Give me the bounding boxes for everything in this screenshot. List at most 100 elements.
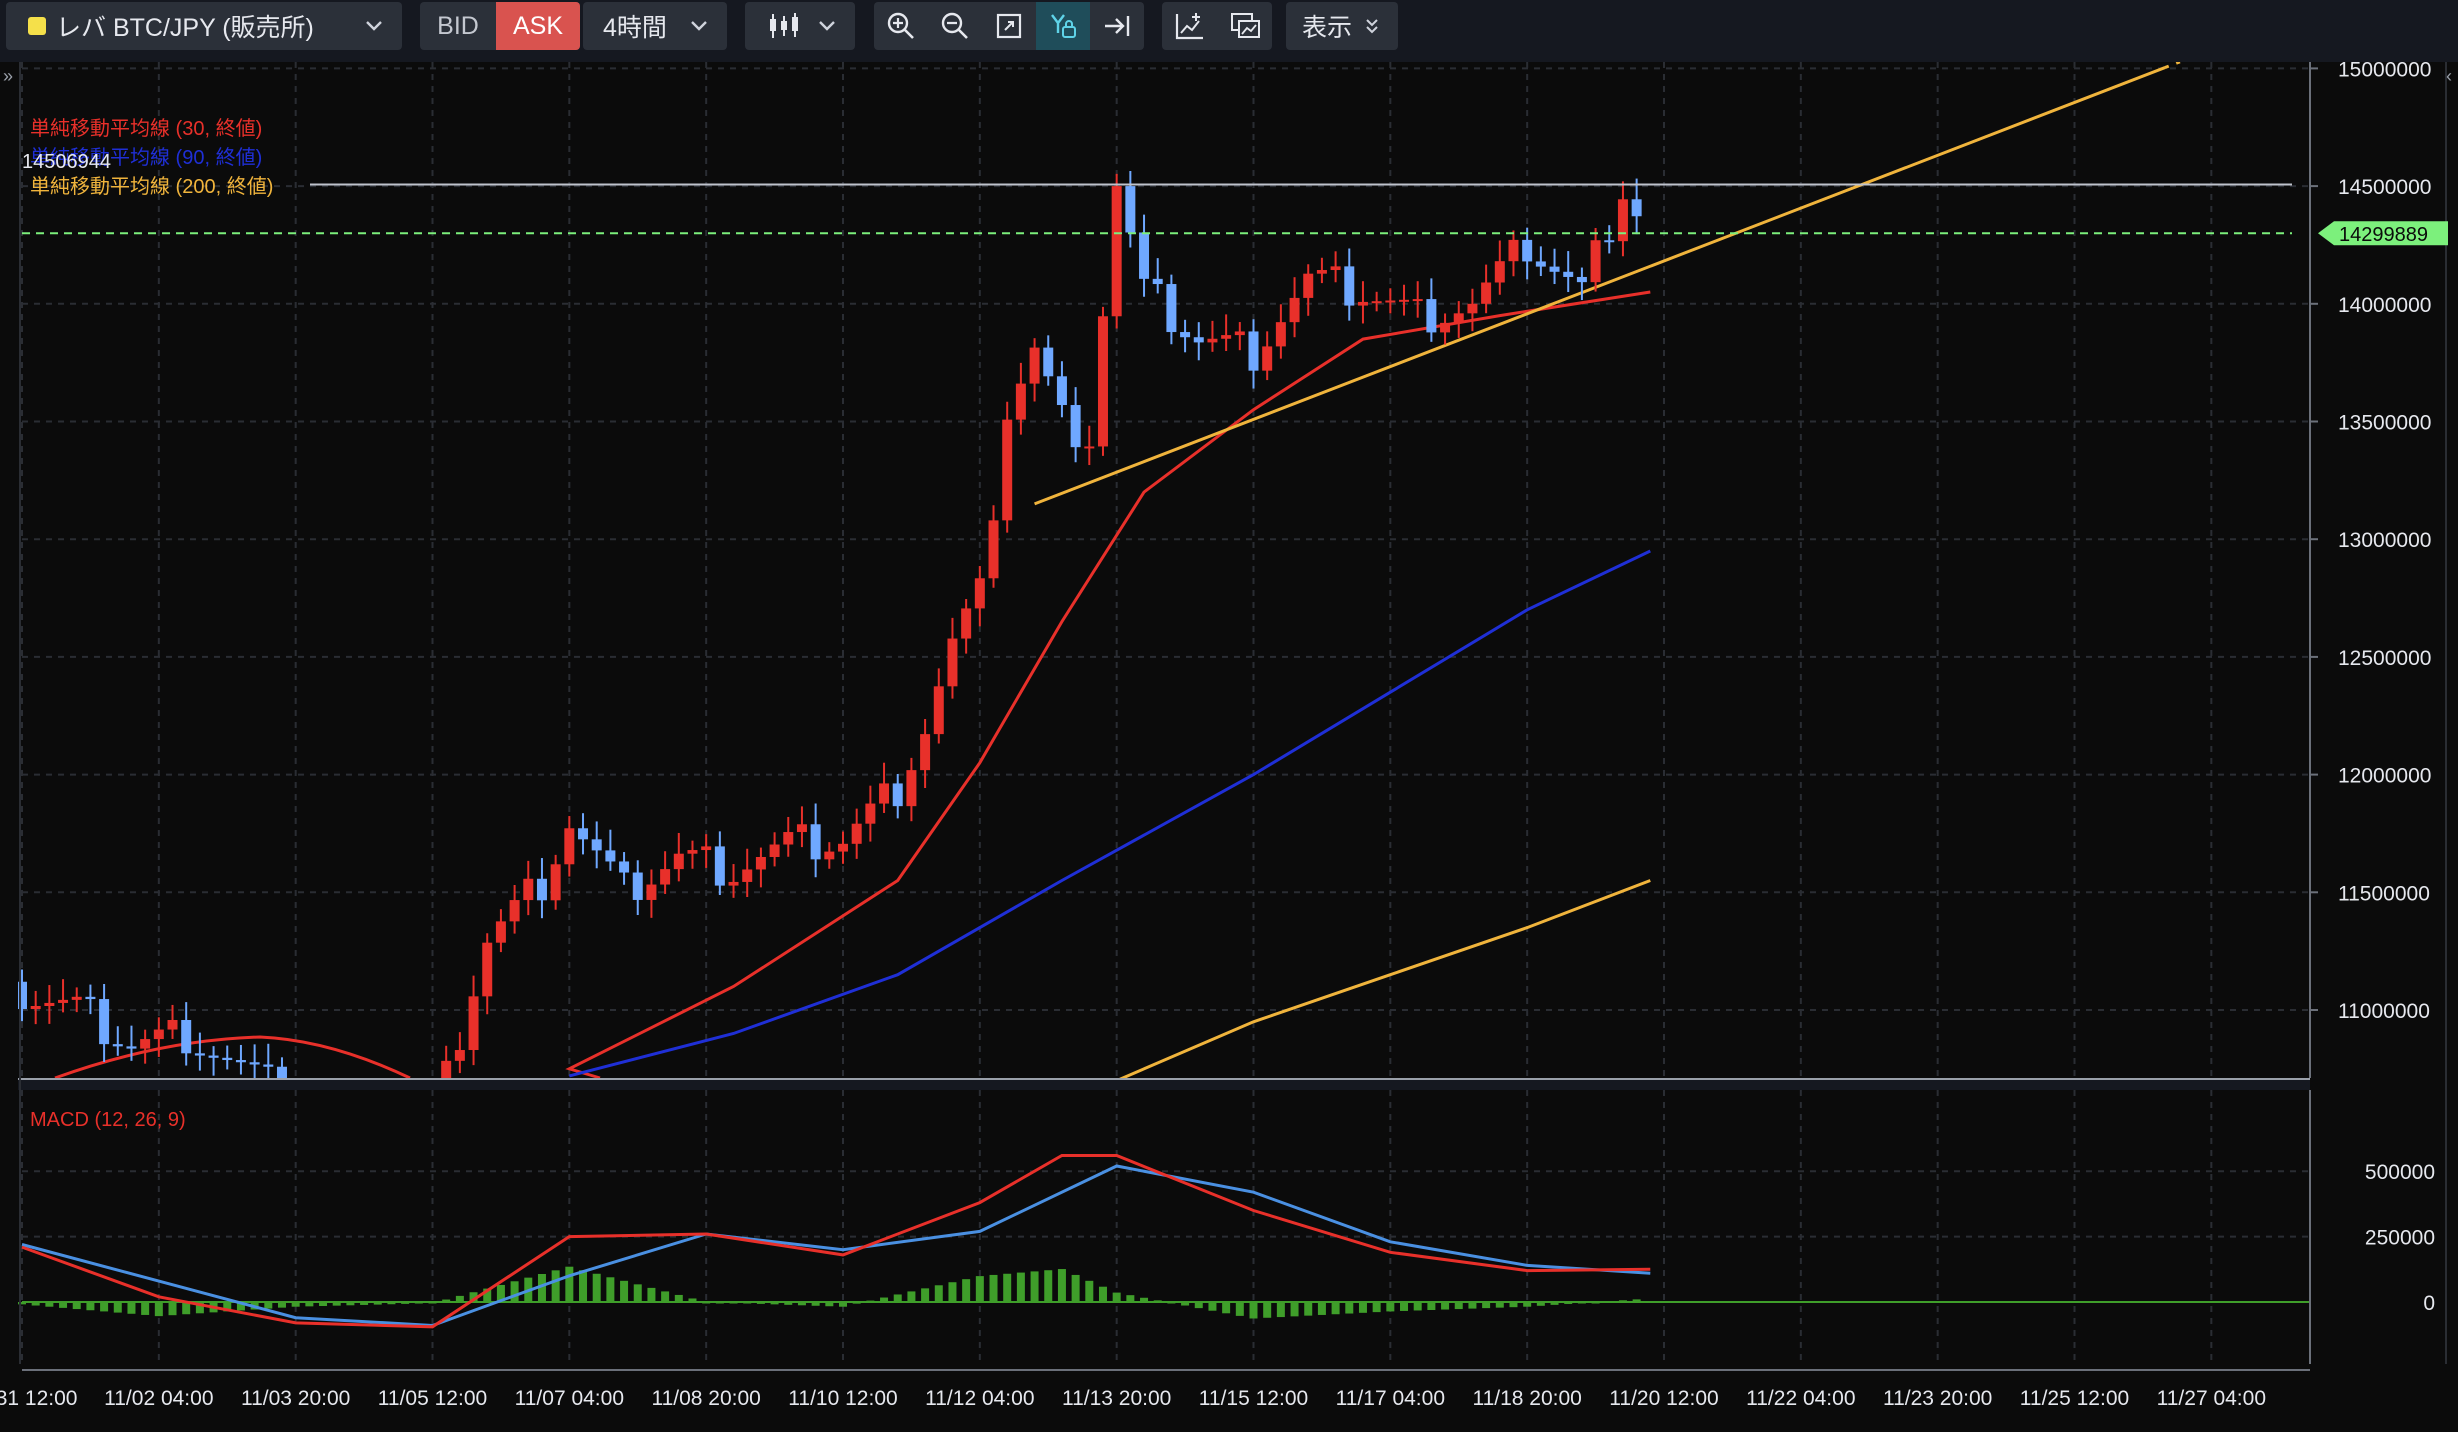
macd-histogram-bar — [1003, 1273, 1012, 1302]
chevron-down-icon — [819, 21, 835, 31]
macd-histogram-bar — [1331, 1302, 1340, 1315]
candle-body — [1029, 347, 1040, 384]
candle-body — [632, 872, 643, 900]
compare-icon — [1230, 13, 1260, 38]
time-tick-label: 11/02 04:00 — [104, 1387, 213, 1410]
macd-histogram-bar — [100, 1302, 109, 1312]
candle-body — [988, 520, 999, 579]
symbol-selector[interactable]: レバ BTC/JPY (販売所) — [6, 2, 402, 50]
time-tick-label: 11/25 12:00 — [2020, 1387, 2129, 1410]
candle-body — [181, 1020, 192, 1054]
macd-tick-label: 0 — [2423, 1292, 2435, 1315]
symbol-color-swatch — [28, 17, 46, 35]
macd-histogram-bar — [72, 1302, 81, 1310]
price-tick-label: 11500000 — [2338, 882, 2430, 905]
candle-body — [126, 1046, 137, 1049]
candle-body — [249, 1062, 260, 1065]
macd-histogram-bar — [1085, 1280, 1094, 1302]
ask-button[interactable]: ASK — [496, 2, 580, 50]
candle-body — [167, 1020, 178, 1030]
candle-body — [660, 869, 671, 885]
candle-body — [1535, 261, 1546, 267]
macd-histogram-bar — [1208, 1302, 1217, 1311]
candle-body — [1207, 338, 1218, 343]
candle-body — [1275, 322, 1286, 347]
y-axis-lock-icon — [1051, 14, 1076, 38]
candle-body — [701, 846, 712, 851]
candle-body — [523, 878, 534, 901]
candle-body — [920, 734, 931, 771]
candle-body — [1412, 299, 1423, 302]
candle-body — [276, 1066, 287, 1078]
candle-body — [906, 770, 917, 807]
legend-label-ma3[interactable]: 単純移動平均線 (200, 終値) — [30, 175, 273, 198]
candle-body — [1180, 332, 1191, 338]
macd-histogram-bar — [592, 1273, 601, 1302]
macd-histogram-bar — [1263, 1302, 1272, 1318]
candle-body — [687, 850, 698, 854]
candle-body — [838, 843, 848, 852]
fit-screen-button[interactable] — [982, 2, 1036, 50]
add-indicator-button[interactable] — [1162, 2, 1217, 50]
macd-histogram-bar — [647, 1287, 656, 1302]
macd-histogram-bar — [168, 1302, 177, 1316]
macd-histogram-bar — [154, 1302, 163, 1317]
candle-body — [578, 828, 589, 840]
time-tick-label: 11/10 12:00 — [788, 1387, 897, 1410]
macd-histogram-bar — [1413, 1302, 1422, 1311]
macd-histogram-bar — [113, 1302, 122, 1313]
time-tick-label: 11/22 04:00 — [1746, 1387, 1855, 1410]
zoom-out-button[interactable] — [928, 2, 982, 50]
horizontal-line-value-label: 14506944 — [22, 151, 111, 173]
price-tick-label: 14500000 — [2338, 176, 2431, 199]
candle-body — [441, 1060, 452, 1078]
candle-body — [564, 828, 575, 865]
candle-body — [1357, 301, 1368, 306]
macd-histogram-bar — [1249, 1302, 1258, 1319]
expand-panel-icon[interactable]: » — [3, 66, 13, 86]
macd-histogram-bar — [1276, 1302, 1285, 1318]
time-tick-label: 11/13 20:00 — [1062, 1387, 1171, 1410]
macd-histogram-bar — [1126, 1295, 1135, 1302]
candle-body — [1426, 299, 1437, 333]
chart-type-selector[interactable] — [745, 2, 855, 50]
macd-histogram-bar — [1386, 1302, 1395, 1312]
candle-body — [1508, 239, 1519, 262]
add-indicator-icon — [1175, 13, 1203, 40]
candle-body — [1097, 316, 1108, 447]
macd-tick-label: 500000 — [2365, 1161, 2435, 1184]
time-tick-label: 11/20 12:00 — [1609, 1387, 1718, 1410]
candle-body — [1043, 347, 1054, 377]
macd-histogram-bar — [1098, 1286, 1107, 1302]
bid-button[interactable]: BID — [420, 2, 496, 50]
macd-histogram-bar — [551, 1270, 560, 1302]
price-tick-label: 12500000 — [2338, 647, 2431, 670]
time-tick-label: 11/07 04:00 — [515, 1387, 624, 1410]
macd-histogram-bar — [1016, 1272, 1025, 1302]
legend-label-ma1[interactable]: 単純移動平均線 (30, 終値) — [30, 117, 262, 140]
toolbar: レバ BTC/JPY (販売所) BID ASK 4時間 表示 — [0, 0, 2458, 60]
collapse-panel-icon[interactable]: ‹ — [2446, 66, 2452, 86]
chart-area[interactable]: 15000000 14500000 14000000 13500000 13000000… — [0, 62, 2458, 1432]
candle-body — [824, 851, 835, 860]
candle-body — [17, 981, 27, 1010]
candle-body — [879, 783, 890, 804]
macd-legend-label[interactable]: MACD (12, 26, 9) — [30, 1109, 186, 1131]
display-label: 表示 — [1302, 14, 1353, 42]
scroll-to-latest-button[interactable] — [1090, 2, 1144, 50]
candle-body — [591, 839, 602, 851]
compare-button[interactable] — [1217, 2, 1272, 50]
candle-body — [865, 803, 876, 824]
candle-body — [30, 1005, 41, 1010]
macd-histogram-bar — [1372, 1302, 1381, 1313]
macd-histogram-bar — [1345, 1302, 1354, 1314]
zoom-in-button[interactable] — [874, 2, 928, 50]
interval-selector[interactable]: 4時間 — [583, 2, 727, 50]
y-axis-lock-button[interactable] — [1036, 2, 1090, 50]
candle-body — [1604, 240, 1615, 243]
time-tick-label: 11/27 04:00 — [2157, 1387, 2266, 1410]
time-tick-label: 11/12 04:00 — [925, 1387, 1034, 1410]
display-menu[interactable]: 表示 — [1286, 2, 1398, 50]
macd-histogram-bar — [1454, 1302, 1463, 1310]
macd-histogram-bar — [1071, 1274, 1080, 1302]
